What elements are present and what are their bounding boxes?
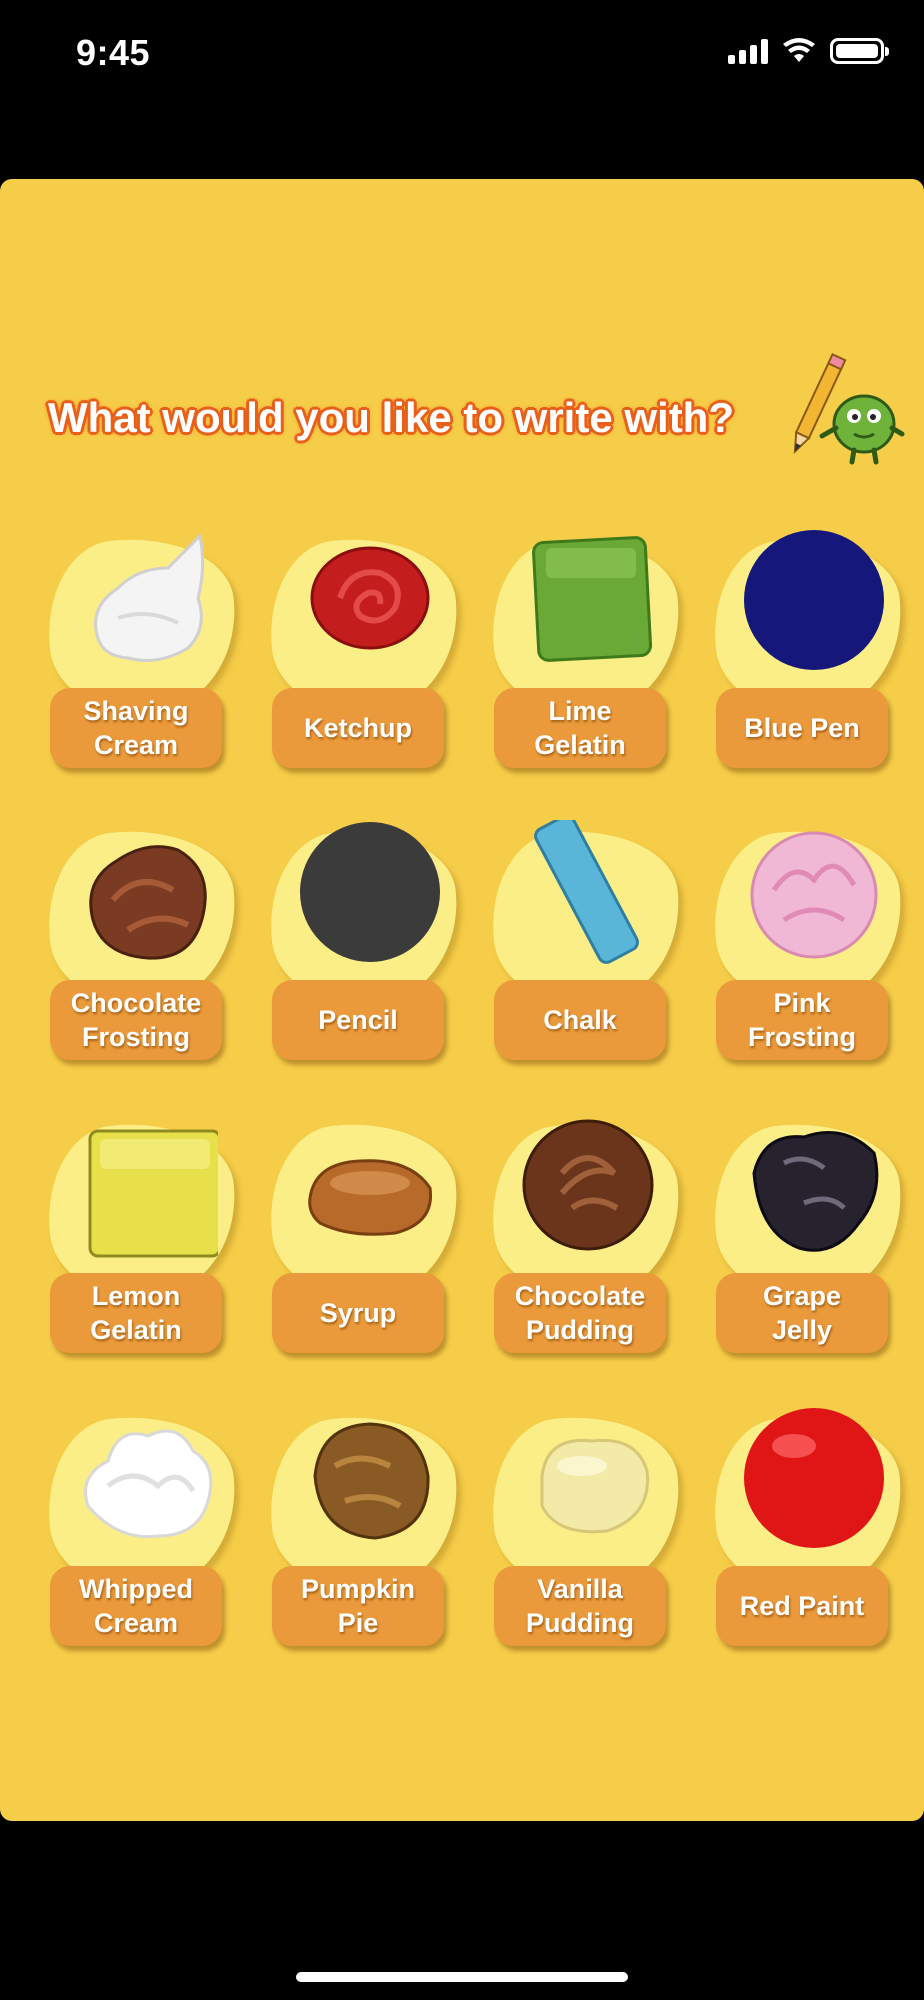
item-label-button: Ketchup [272,688,444,768]
item-label-button: Syrup [272,1273,444,1353]
item-syrup[interactable]: Syrup [260,1113,467,1393]
wifi-icon [783,38,815,62]
home-indicator[interactable] [296,1972,628,1982]
item-label: Shaving Cream [83,696,189,760]
item-label-button: Shaving Cream [50,688,222,768]
vanilla-pudding-icon [540,1438,649,1534]
red-paint-icon [744,1408,884,1548]
item-label: Chalk [543,1005,617,1035]
pencil-icon [300,822,440,962]
item-label: Chocolate Pudding [514,1281,646,1345]
item-chocolate-pudding[interactable]: Chocolate Pudding [482,1113,689,1393]
item-blue-pen[interactable]: Blue Pen [704,528,911,808]
chalk-icon [534,820,639,964]
item-ketchup[interactable]: Ketchup [260,528,467,808]
status-icons [728,38,889,64]
item-lime-gelatin[interactable]: Lime Gelatin [482,528,689,808]
item-label: Syrup [319,1298,397,1328]
item-label: Pumpkin Pie [300,1574,415,1638]
item-label: Ketchup [304,713,412,743]
item-label: Blue Pen [744,713,860,743]
item-label: Red Paint [739,1591,865,1621]
pencil-monster-mascot-icon [793,353,905,465]
item-label-button: Chalk [494,980,666,1060]
item-label: Lime Gelatin [534,696,626,760]
cellular-signal-icon [728,38,768,64]
item-label-button: Vanilla Pudding [494,1566,666,1646]
item-vanilla-pudding[interactable]: Vanilla Pudding [482,1406,689,1686]
item-whipped-cream[interactable]: Whipped Cream [38,1406,245,1686]
blue-pen-icon [744,530,884,670]
battery-icon [830,38,889,64]
item-label-button: Chocolate Frosting [50,980,222,1060]
item-label: Chocolate Frosting [70,988,202,1052]
syrup-icon [308,1159,433,1236]
ketchup-icon [310,546,430,650]
pumpkin-pie-icon [313,1422,430,1540]
item-lemon-gelatin[interactable]: Lemon Gelatin [38,1113,245,1393]
grape-jelly-icon [752,1131,879,1252]
chocolate-frosting-icon [89,845,207,960]
item-pencil[interactable]: Pencil [260,820,467,1100]
item-label: Vanilla Pudding [526,1574,634,1638]
item-label: Lemon Gelatin [90,1281,182,1345]
lime-gelatin-icon [532,536,653,662]
item-pumpkin-pie[interactable]: Pumpkin Pie [260,1406,467,1686]
item-label-button: Lemon Gelatin [50,1273,222,1353]
chocolate-pudding-icon [522,1119,654,1251]
item-shaving-cream[interactable]: Shaving Cream [38,528,245,808]
item-label: Pink Frosting [748,988,856,1052]
whipped-cream-icon [84,1429,213,1539]
item-chocolate-frosting[interactable]: Chocolate Frosting [38,820,245,1100]
item-label-button: Pink Frosting [716,980,888,1060]
lemon-gelatin-icon [88,1129,218,1258]
item-label-button: Pumpkin Pie [272,1566,444,1646]
pink-frosting-icon [750,831,878,959]
item-red-paint[interactable]: Red Paint [704,1406,911,1686]
item-pink-frosting[interactable]: Pink Frosting [704,820,911,1100]
status-time: 9:45 [76,32,151,73]
item-chalk[interactable]: Chalk [482,820,689,1100]
item-label-button: Red Paint [716,1566,888,1646]
item-label-button: Whipped Cream [50,1566,222,1646]
item-grape-jelly[interactable]: Grape Jelly [704,1113,911,1393]
page-title: What would you like to write with? [48,394,734,441]
item-label: Pencil [318,1005,398,1035]
item-label-button: Chocolate Pudding [494,1273,666,1353]
item-label-button: Blue Pen [716,688,888,768]
item-label-button: Lime Gelatin [494,688,666,768]
status-bar: 9:45 [0,0,924,110]
shaving-cream-icon [94,532,205,662]
item-label-button: Grape Jelly [716,1273,888,1353]
item-label-button: Pencil [272,980,444,1060]
item-label: Whipped Cream [79,1574,193,1638]
item-label: Grape Jelly [762,1281,842,1345]
